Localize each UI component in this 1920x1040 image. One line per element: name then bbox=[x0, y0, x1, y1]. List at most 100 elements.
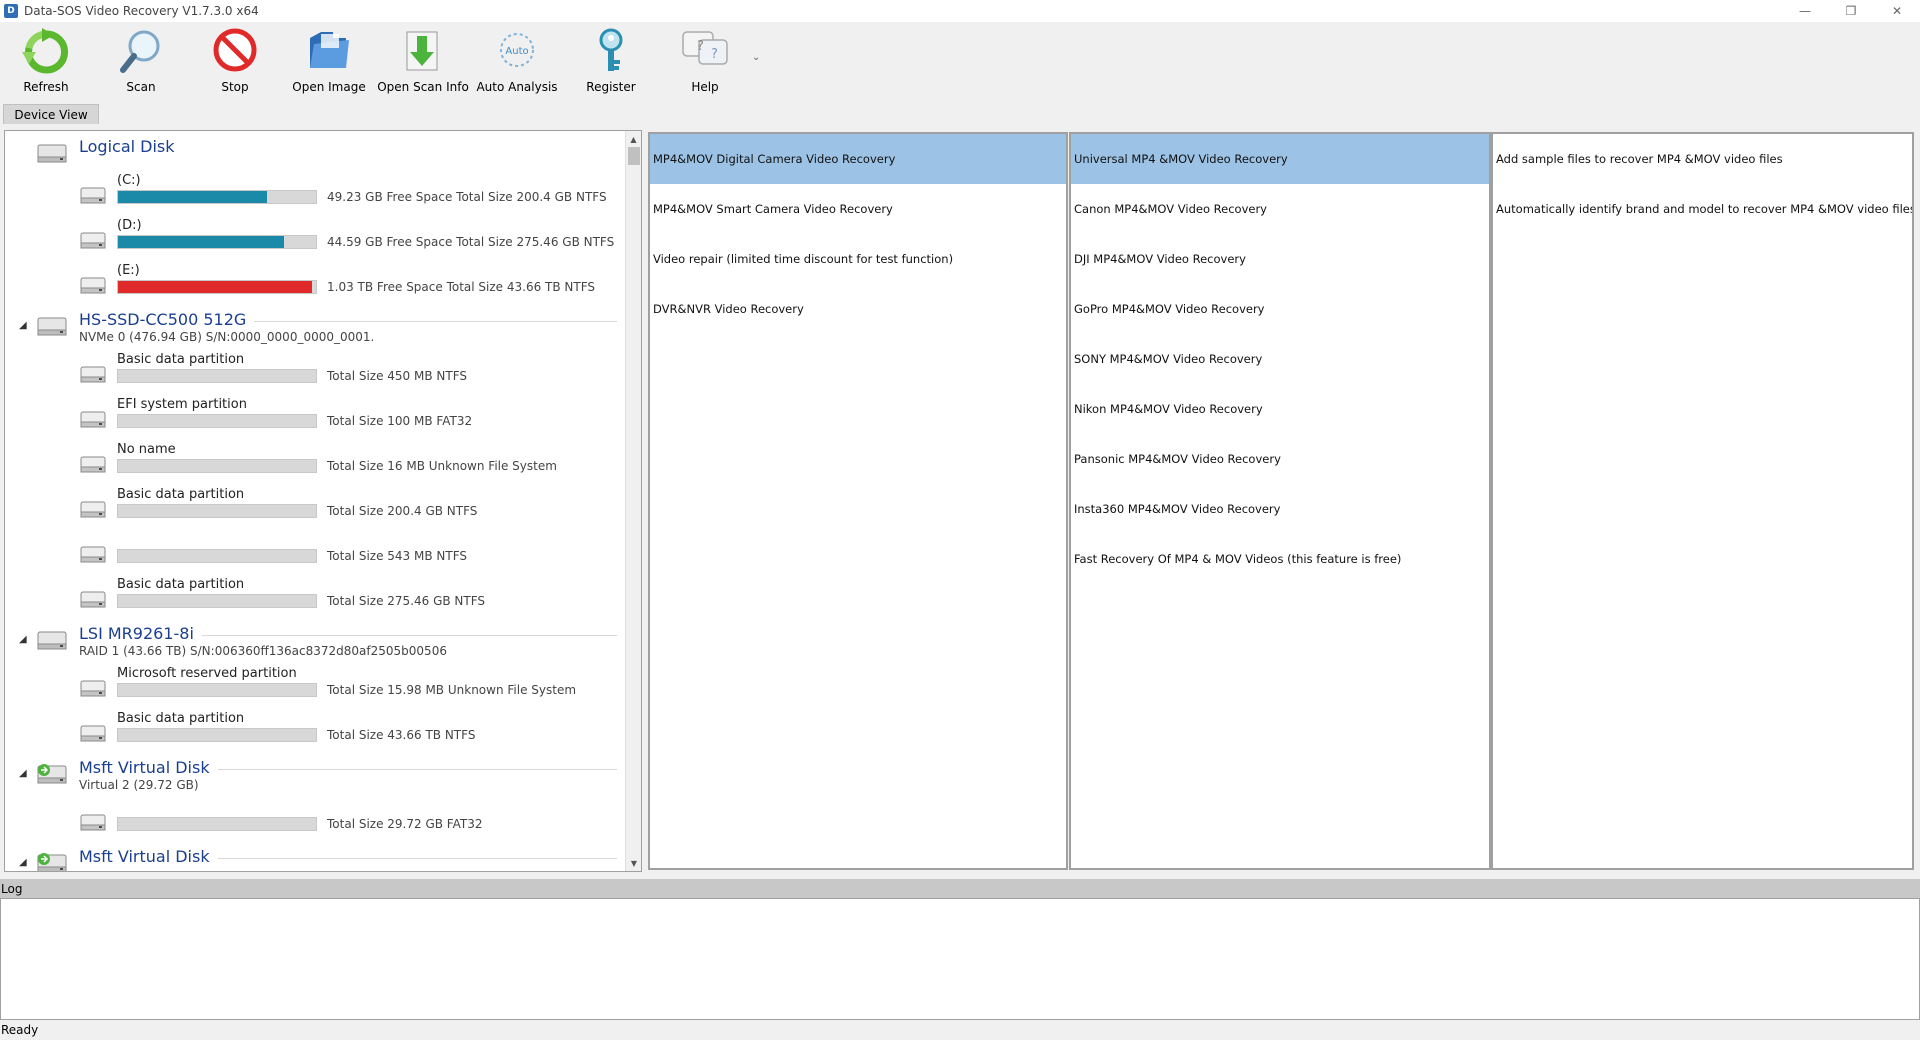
partition-drive-icon bbox=[79, 185, 107, 210]
auto-analysis-button[interactable]: Auto Auto Analysis bbox=[472, 26, 562, 100]
partition-name: (E:) bbox=[117, 263, 140, 278]
description-item: Add sample files to recover MP4 &MOV vid… bbox=[1496, 152, 1783, 166]
scan-button[interactable]: Scan bbox=[96, 26, 186, 100]
partition-usage-fill bbox=[118, 236, 285, 248]
expand-toggle-icon[interactable]: ◢ bbox=[19, 768, 27, 779]
window-title: Data-SOS Video Recovery V1.7.3.0 x64 bbox=[24, 4, 259, 18]
partition-info: 1.03 TB Free Space Total Size 43.66 TB N… bbox=[327, 280, 596, 294]
brand-item[interactable]: GoPro MP4&MOV Video Recovery bbox=[1071, 284, 1489, 334]
expand-toggle-icon[interactable]: ◢ bbox=[19, 634, 27, 645]
partition-row[interactable]: Total Size 29.72 GB FAT32 bbox=[5, 800, 625, 840]
device-tree-scrollbar[interactable]: ▲ ▼ bbox=[625, 131, 641, 871]
scroll-down-icon[interactable]: ▼ bbox=[626, 855, 641, 871]
recovery-type-item[interactable]: MP4&MOV Smart Camera Video Recovery bbox=[650, 184, 1066, 234]
disk-header[interactable]: ◢ LSI MR9261-8i RAID 1 (43.66 TB) S/N:0063… bbox=[5, 622, 625, 662]
disk-divider bbox=[202, 635, 617, 636]
partition-info: Total Size 15.98 MB Unknown File System bbox=[327, 683, 577, 697]
recovery-type-item[interactable]: DVR&NVR Video Recovery bbox=[650, 284, 1066, 334]
disk-header[interactable]: ◢ HS-SSD-CC500 512G NVMe 0 (476.94 GB) S/N… bbox=[5, 308, 625, 348]
open-image-button[interactable]: Open Image bbox=[284, 26, 374, 100]
svg-text:?: ? bbox=[711, 47, 718, 62]
partition-row[interactable]: (C:) 49.23 GB Free Space Total Size 200.4… bbox=[5, 173, 625, 213]
window-controls: — ❐ ✕ bbox=[1782, 0, 1920, 22]
help-label: Help bbox=[691, 80, 719, 94]
help-button[interactable]: ? ? Help bbox=[660, 26, 750, 100]
partition-row[interactable]: EFI system partition Total Size 100 MB FA… bbox=[5, 397, 625, 437]
expand-toggle-icon[interactable]: ◢ bbox=[19, 320, 27, 331]
auto-icon-text: Auto bbox=[505, 46, 528, 57]
partition-usage-bar bbox=[117, 459, 317, 473]
partition-info: Total Size 100 MB FAT32 bbox=[327, 414, 473, 428]
stop-icon bbox=[213, 28, 257, 72]
brand-item[interactable]: Universal MP4 &MOV Video Recovery bbox=[1071, 134, 1489, 184]
brand-item[interactable]: Insta360 MP4&MOV Video Recovery bbox=[1071, 484, 1489, 534]
auto-analysis-icon: Auto bbox=[500, 33, 534, 67]
partition-usage-bar bbox=[117, 549, 317, 563]
partition-row[interactable]: Microsoft reserved partition Total Size 1… bbox=[5, 666, 625, 706]
recovery-type-item[interactable]: Video repair (limited time discount for … bbox=[650, 234, 1066, 284]
partition-drive-icon bbox=[79, 499, 107, 524]
partition-row[interactable]: Basic data partition Total Size 200.4 GB … bbox=[5, 487, 625, 527]
partition-drive-icon bbox=[79, 230, 107, 255]
partition-row[interactable]: (E:) 1.03 TB Free Space Total Size 43.66 … bbox=[5, 263, 625, 303]
brand-item[interactable]: Nikon MP4&MOV Video Recovery bbox=[1071, 384, 1489, 434]
partition-drive-icon bbox=[79, 723, 107, 748]
brand-item[interactable]: Fast Recovery Of MP4 & MOV Videos (this … bbox=[1071, 534, 1489, 584]
partition-info: Total Size 450 MB NTFS bbox=[327, 369, 468, 383]
partition-name: Basic data partition bbox=[117, 487, 245, 502]
expand-toggle-icon[interactable]: ◢ bbox=[19, 857, 27, 868]
partition-name: Basic data partition bbox=[117, 352, 245, 367]
partition-drive-icon bbox=[79, 678, 107, 703]
partition-usage-bar bbox=[117, 190, 317, 204]
scroll-thumb[interactable] bbox=[628, 147, 640, 165]
tab-device-view[interactable]: Device View bbox=[3, 104, 99, 124]
partition-info: Total Size 29.72 GB FAT32 bbox=[327, 817, 483, 831]
auto-analysis-label: Auto Analysis bbox=[476, 80, 558, 94]
register-button[interactable]: Register bbox=[566, 26, 656, 100]
partition-usage-bar bbox=[117, 414, 317, 428]
partition-usage-bar bbox=[117, 235, 317, 249]
scan-label: Scan bbox=[126, 80, 156, 94]
disk-name: Logical Disk bbox=[79, 137, 175, 156]
disk-details: RAID 1 (43.66 TB) S/N:006360ff136ac8372d… bbox=[79, 644, 447, 658]
description-item: Automatically identify brand and model t… bbox=[1496, 202, 1914, 216]
refresh-label: Refresh bbox=[23, 80, 69, 94]
partition-row[interactable]: Basic data partition Total Size 450 MB NT… bbox=[5, 352, 625, 392]
toolbar-overflow-icon[interactable]: ⌄ bbox=[752, 52, 760, 63]
restore-button[interactable]: ❐ bbox=[1828, 0, 1874, 22]
stop-button[interactable]: Stop bbox=[190, 26, 280, 100]
app-icon: D bbox=[4, 4, 18, 18]
disk-header[interactable]: Logical Disk bbox=[5, 135, 625, 175]
toolbar: Refresh Scan Stop Open Image Open Scan I… bbox=[0, 22, 1920, 102]
scroll-up-icon[interactable]: ▲ bbox=[626, 131, 641, 147]
disk-header[interactable]: ◢ Msft Virtual Disk Virtual 2 (29.72 GB) bbox=[5, 756, 625, 796]
partition-row[interactable]: Basic data partition Total Size 275.46 GB… bbox=[5, 577, 625, 617]
partition-row[interactable]: Basic data partition Total Size 43.66 TB … bbox=[5, 711, 625, 751]
refresh-button[interactable]: Refresh bbox=[1, 26, 91, 100]
partition-row[interactable]: (D:) 44.59 GB Free Space Total Size 275.4… bbox=[5, 218, 625, 258]
disk-name: Msft Virtual Disk bbox=[79, 847, 210, 866]
brand-item[interactable]: Pansonic MP4&MOV Video Recovery bbox=[1071, 434, 1489, 484]
disk-header[interactable]: ◢ Msft Virtual Disk bbox=[5, 845, 625, 871]
brand-item[interactable]: Canon MP4&MOV Video Recovery bbox=[1071, 184, 1489, 234]
disk-divider bbox=[254, 321, 617, 322]
partition-name: No name bbox=[117, 442, 176, 457]
close-button[interactable]: ✕ bbox=[1874, 0, 1920, 22]
partition-usage-fill bbox=[118, 281, 313, 293]
disk-icon bbox=[35, 314, 69, 343]
recovery-type-item[interactable]: MP4&MOV Digital Camera Video Recovery bbox=[650, 134, 1066, 184]
open-scan-info-button[interactable]: Open Scan Info bbox=[377, 26, 469, 100]
brand-item[interactable]: SONY MP4&MOV Video Recovery bbox=[1071, 334, 1489, 384]
minimize-button[interactable]: — bbox=[1782, 0, 1828, 22]
help-icon: ? ? bbox=[682, 31, 728, 65]
recovery-type-panel: MP4&MOV Digital Camera Video Recovery MP4… bbox=[648, 132, 1068, 870]
partition-info: Total Size 543 MB NTFS bbox=[327, 549, 468, 563]
log-area[interactable] bbox=[0, 898, 1920, 1020]
partition-row[interactable]: No name Total Size 16 MB Unknown File Sys… bbox=[5, 442, 625, 482]
disk-divider bbox=[218, 769, 617, 770]
partition-row[interactable]: Total Size 543 MB NTFS bbox=[5, 532, 625, 572]
brand-item[interactable]: DJI MP4&MOV Video Recovery bbox=[1071, 234, 1489, 284]
partition-usage-fill bbox=[118, 191, 267, 203]
description-panel: Add sample files to recover MP4 &MOV vid… bbox=[1491, 132, 1914, 870]
brand-panel: Universal MP4 &MOV Video Recovery Canon M… bbox=[1069, 132, 1491, 870]
